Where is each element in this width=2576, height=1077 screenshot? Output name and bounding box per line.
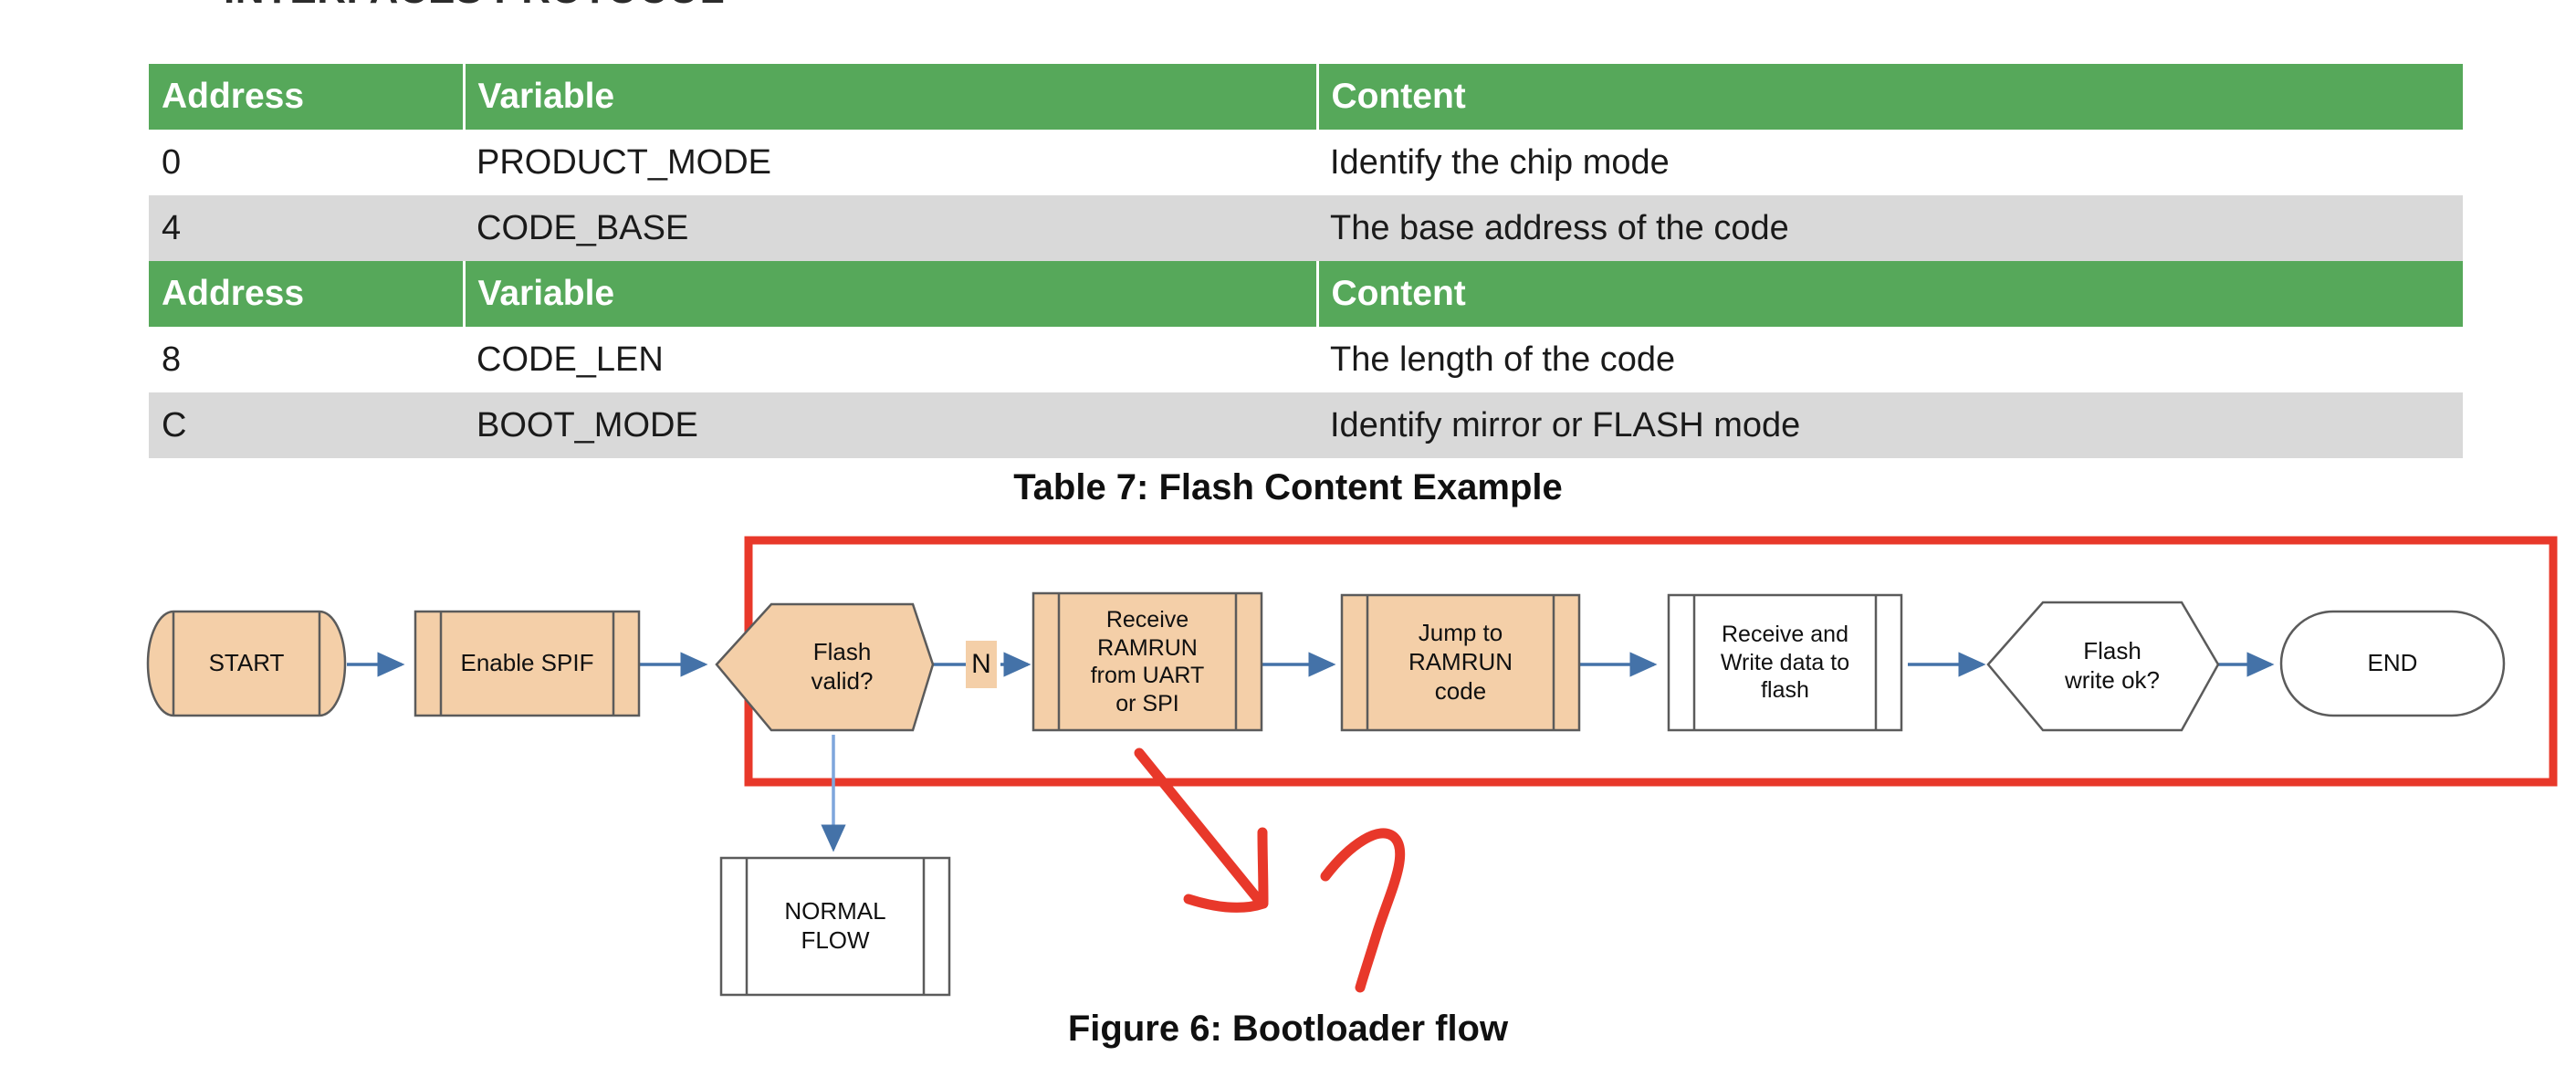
- node-start: [146, 610, 347, 717]
- table-row: C BOOT_MODE Identify mirror or FLASH mod…: [149, 392, 2463, 458]
- figure-caption: Figure 6: Bootloader flow: [1067, 1009, 1509, 1049]
- node-flash-write-ok: [1986, 601, 2220, 732]
- table-caption: Table 7: Flash Content Example: [1013, 467, 1563, 507]
- table-header-content: Content: [1317, 64, 2463, 130]
- table-header-row: Address Variable Content: [149, 261, 2463, 327]
- node-write-flash: [1667, 593, 1903, 732]
- cell-address: 0: [149, 130, 464, 195]
- cell-variable: PRODUCT_MODE: [464, 130, 1317, 195]
- table-header-row: Address Variable Content: [149, 64, 2463, 130]
- node-jump-ramrun: [1340, 593, 1581, 732]
- hand-drawn-red-question-mark: [1320, 828, 1406, 993]
- cell-variable: CODE_BASE: [464, 195, 1317, 261]
- table-header-address: Address: [149, 261, 466, 327]
- node-receive-ramrun: [1031, 591, 1263, 732]
- bootloader-flowchart: START Enable SPIF Flash valid? N Receive…: [0, 511, 2576, 1022]
- cell-content: Identify the chip mode: [1317, 130, 2463, 195]
- table-header-address: Address: [149, 64, 466, 130]
- cell-variable: BOOT_MODE: [464, 392, 1317, 458]
- cell-content: Identify mirror or FLASH mode: [1317, 392, 2463, 458]
- cell-address: 4: [149, 195, 464, 261]
- table-header-content: Content: [1317, 261, 2463, 327]
- cell-address: 8: [149, 327, 464, 392]
- table-row: 8 CODE_LEN The length of the code: [149, 327, 2463, 392]
- cell-variable: CODE_LEN: [464, 327, 1317, 392]
- node-enable-spif: [414, 610, 641, 717]
- table-row: 0 PRODUCT_MODE Identify the chip mode: [149, 130, 2463, 195]
- branch-label-n: N: [971, 649, 991, 679]
- table-row: 4 CODE_BASE The base address of the code: [149, 195, 2463, 261]
- node-normal-flow: [719, 856, 951, 997]
- cell-content: The base address of the code: [1317, 195, 2463, 261]
- flash-content-table: Address Variable Content 0 PRODUCT_MODE …: [149, 64, 2463, 458]
- hand-drawn-red-arrow: [1134, 748, 1269, 913]
- table-header-variable: Variable: [464, 261, 1319, 327]
- cut-off-heading: INTERFACES PROTOCOL: [224, 0, 725, 13]
- cell-content: The length of the code: [1317, 327, 2463, 392]
- cell-address: C: [149, 392, 464, 458]
- node-end: [2279, 610, 2506, 717]
- table-header-variable: Variable: [464, 64, 1319, 130]
